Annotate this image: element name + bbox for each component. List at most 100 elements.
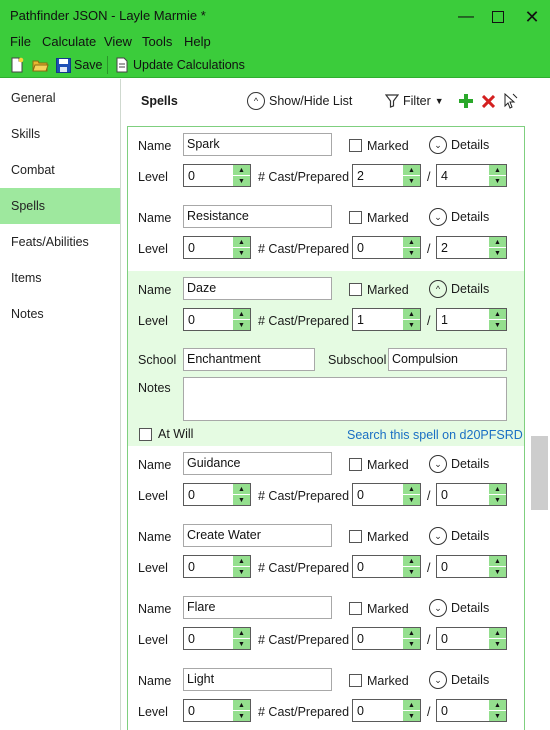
- spinner-up-icon[interactable]: ▲: [489, 700, 506, 710]
- spinner-up-icon[interactable]: ▲: [403, 165, 420, 175]
- spinner-down-icon[interactable]: ▼: [489, 711, 506, 721]
- spinner-up-icon[interactable]: ▲: [403, 628, 420, 638]
- spinner-up-icon[interactable]: ▲: [489, 309, 506, 319]
- level-spinner[interactable]: 0 ▲ ▼: [183, 236, 251, 259]
- spell-name-input[interactable]: Create Water: [183, 524, 332, 547]
- prepared-spinner[interactable]: 0 ▲ ▼: [436, 483, 507, 506]
- spinner-down-icon[interactable]: ▼: [489, 639, 506, 649]
- menu-help[interactable]: Help: [184, 34, 211, 49]
- select-cursor-button[interactable]: [504, 91, 518, 111]
- level-spinner[interactable]: 0 ▲ ▼: [183, 699, 251, 722]
- delete-spell-button[interactable]: [482, 91, 495, 111]
- level-spinner[interactable]: 0 ▲ ▼: [183, 483, 251, 506]
- spinner-down-icon[interactable]: ▼: [403, 495, 420, 505]
- prepared-spinner[interactable]: 4 ▲ ▼: [436, 164, 507, 187]
- cast-spinner[interactable]: 0 ▲ ▼: [352, 236, 421, 259]
- search-d20pfsrd-link[interactable]: Search this spell on d20PFSRD: [347, 428, 523, 442]
- spinner-down-icon[interactable]: ▼: [403, 320, 420, 330]
- cast-spinner[interactable]: 0 ▲ ▼: [352, 555, 421, 578]
- menu-file[interactable]: File: [10, 34, 31, 49]
- spinner-up-icon[interactable]: ▲: [233, 484, 250, 494]
- sidebar-item-feats-abilities[interactable]: Feats/Abilities: [0, 224, 120, 260]
- cast-spinner[interactable]: 0 ▲ ▼: [352, 699, 421, 722]
- prepared-spinner[interactable]: 1 ▲ ▼: [436, 308, 507, 331]
- spinner-up-icon[interactable]: ▲: [489, 237, 506, 247]
- spinner-up-icon[interactable]: ▲: [489, 556, 506, 566]
- maximize-button[interactable]: [481, 4, 515, 30]
- level-spinner[interactable]: 0 ▲ ▼: [183, 555, 251, 578]
- notes-textarea[interactable]: [183, 377, 507, 421]
- spinner-down-icon[interactable]: ▼: [489, 495, 506, 505]
- close-button[interactable]: ✕: [515, 4, 549, 30]
- minimize-button[interactable]: —: [449, 4, 483, 30]
- spinner-down-icon[interactable]: ▼: [403, 567, 420, 577]
- spinner-up-icon[interactable]: ▲: [403, 700, 420, 710]
- cast-spinner[interactable]: 0 ▲ ▼: [352, 627, 421, 650]
- spinner-down-icon[interactable]: ▼: [403, 176, 420, 186]
- show-hide-list-button[interactable]: ^ Show/Hide List: [247, 91, 352, 111]
- sidebar-item-items[interactable]: Items: [0, 260, 120, 296]
- spell-name-input[interactable]: Spark: [183, 133, 332, 156]
- details-toggle[interactable]: ⌄ Details: [429, 208, 489, 226]
- spinner-up-icon[interactable]: ▲: [489, 165, 506, 175]
- marked-checkbox[interactable]: [349, 674, 362, 687]
- spinner-down-icon[interactable]: ▼: [403, 639, 420, 649]
- marked-checkbox[interactable]: [349, 211, 362, 224]
- spinner-up-icon[interactable]: ▲: [403, 237, 420, 247]
- spinner-down-icon[interactable]: ▼: [233, 711, 250, 721]
- update-calculations-button[interactable]: Update Calculations: [115, 56, 245, 74]
- prepared-spinner[interactable]: 0 ▲ ▼: [436, 627, 507, 650]
- spinner-down-icon[interactable]: ▼: [233, 176, 250, 186]
- spinner-up-icon[interactable]: ▲: [489, 628, 506, 638]
- details-toggle[interactable]: ⌄ Details: [429, 527, 489, 545]
- prepared-spinner[interactable]: 2 ▲ ▼: [436, 236, 507, 259]
- level-spinner[interactable]: 0 ▲ ▼: [183, 164, 251, 187]
- spinner-down-icon[interactable]: ▼: [403, 711, 420, 721]
- subschool-input[interactable]: Compulsion: [388, 348, 507, 371]
- school-input[interactable]: Enchantment: [183, 348, 315, 371]
- sidebar-item-spells[interactable]: Spells: [0, 188, 120, 224]
- sidebar-item-notes[interactable]: Notes: [0, 296, 120, 332]
- spell-name-input[interactable]: Light: [183, 668, 332, 691]
- prepared-spinner[interactable]: 0 ▲ ▼: [436, 555, 507, 578]
- spinner-up-icon[interactable]: ▲: [233, 628, 250, 638]
- spinner-up-icon[interactable]: ▲: [403, 556, 420, 566]
- spell-name-input[interactable]: Daze: [183, 277, 332, 300]
- menu-calculate[interactable]: Calculate: [42, 34, 96, 49]
- sidebar-item-combat[interactable]: Combat: [0, 152, 120, 188]
- spinner-down-icon[interactable]: ▼: [403, 248, 420, 258]
- spinner-up-icon[interactable]: ▲: [489, 484, 506, 494]
- spell-name-input[interactable]: Guidance: [183, 452, 332, 475]
- spell-name-input[interactable]: Flare: [183, 596, 332, 619]
- spell-name-input[interactable]: Resistance: [183, 205, 332, 228]
- marked-checkbox[interactable]: [349, 139, 362, 152]
- spinner-down-icon[interactable]: ▼: [489, 320, 506, 330]
- spinner-down-icon[interactable]: ▼: [233, 567, 250, 577]
- marked-checkbox[interactable]: [349, 602, 362, 615]
- new-button[interactable]: [9, 56, 25, 74]
- filter-button[interactable]: Filter ▼: [385, 91, 444, 111]
- spinner-up-icon[interactable]: ▲: [403, 309, 420, 319]
- spinner-down-icon[interactable]: ▼: [489, 248, 506, 258]
- details-toggle[interactable]: ^ Details: [429, 280, 489, 298]
- details-toggle[interactable]: ⌄ Details: [429, 455, 489, 473]
- marked-checkbox[interactable]: [349, 530, 362, 543]
- details-toggle[interactable]: ⌄ Details: [429, 671, 489, 689]
- details-toggle[interactable]: ⌄ Details: [429, 599, 489, 617]
- cast-spinner[interactable]: 1 ▲ ▼: [352, 308, 421, 331]
- at-will-checkbox[interactable]: [139, 428, 152, 441]
- spinner-down-icon[interactable]: ▼: [233, 248, 250, 258]
- level-spinner[interactable]: 0 ▲ ▼: [183, 627, 251, 650]
- spinner-down-icon[interactable]: ▼: [489, 176, 506, 186]
- spinner-up-icon[interactable]: ▲: [233, 237, 250, 247]
- sidebar-item-general[interactable]: General: [0, 80, 120, 116]
- spinner-up-icon[interactable]: ▲: [403, 484, 420, 494]
- spinner-down-icon[interactable]: ▼: [233, 495, 250, 505]
- spinner-up-icon[interactable]: ▲: [233, 556, 250, 566]
- marked-checkbox[interactable]: [349, 283, 362, 296]
- spinner-up-icon[interactable]: ▲: [233, 165, 250, 175]
- marked-checkbox[interactable]: [349, 458, 362, 471]
- spinner-down-icon[interactable]: ▼: [233, 320, 250, 330]
- cast-spinner[interactable]: 0 ▲ ▼: [352, 483, 421, 506]
- prepared-spinner[interactable]: 0 ▲ ▼: [436, 699, 507, 722]
